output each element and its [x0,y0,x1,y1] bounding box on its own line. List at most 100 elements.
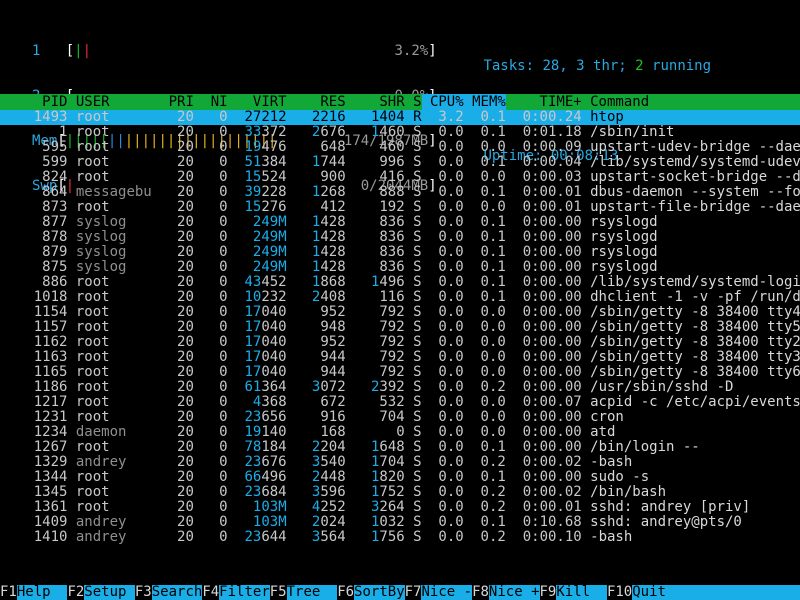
process-row[interactable]: 877 syslog 20 0 249M 1428 836 S 0.0 0.1 … [0,215,800,230]
fkey-f1-label[interactable]: Help [16,585,68,600]
fkey-f10-number[interactable]: F10 [606,585,633,600]
process-row[interactable]: 875 syslog 20 0 249M 1428 836 S 0.0 0.1 … [0,260,800,275]
column-header-pri[interactable]: PRI [152,94,194,110]
cell-res: 952 [320,305,346,320]
fkey-f9-label[interactable]: Kill [556,585,607,600]
fkey-f8-label[interactable]: Nice + [488,585,540,600]
process-row[interactable]: 595 root 20 0 19476 648 460 S 0.0 0.0 0:… [0,140,800,155]
process-row[interactable]: 599 root 20 0 51384 1744 996 S 0.0 0.1 0… [0,155,800,170]
fkey-f10-label[interactable]: Quit [632,585,683,600]
process-row[interactable]: 824 root 20 0 15524 900 416 S 0.0 0.0 0:… [0,170,800,185]
cell-res: 648 [320,140,346,155]
cell-cpu: 0.0 [421,455,464,470]
process-row[interactable]: 1165 root 20 0 17040 944 792 S 0.0 0.0 0… [0,365,800,380]
fkey-f7-label[interactable]: Nice - [421,585,473,600]
process-row[interactable]: 1329 andrey 20 0 23676 3540 1704 S 0.0 0… [0,455,800,470]
column-header-cpu[interactable]: CPU% [421,94,464,110]
process-row[interactable]: 1157 root 20 0 17040 948 792 S 0.0 0.0 0… [0,320,800,335]
column-header-s[interactable]: S [405,94,421,110]
column-header-mem[interactable]: MEM% [463,94,506,110]
cpu-meter-1-gap [91,43,394,59]
cell-pid: 879 [0,245,68,260]
process-row[interactable]: 1344 root 20 0 66496 2448 1820 S 0.0 0.1… [0,470,800,485]
cell-pid: 1409 [0,515,68,530]
cell-pid: 1410 [0,530,68,545]
fkey-f6-number[interactable]: F6 [337,585,355,600]
cell-res: 672 [320,395,346,410]
process-row[interactable]: 1 root 20 0 33372 2676 1460 S 0.0 0.1 0:… [0,125,800,140]
column-header-virt[interactable]: VIRT [228,94,287,110]
column-header-command[interactable]: Command [582,94,649,110]
cell-pid: 595 [0,140,68,155]
tasks-count: 28, 3 thr; [542,58,636,74]
fkey-f2-number[interactable]: F2 [67,585,85,600]
cell-pid: 873 [0,200,68,215]
fkey-f2-label[interactable]: Setup [84,585,135,600]
process-table-header[interactable]: PID USER PRI NI VIRT RES SHR S CPU% MEM%… [0,94,800,110]
process-row[interactable]: 1163 root 20 0 17040 944 792 S 0.0 0.0 0… [0,350,800,365]
process-row[interactable]: 886 root 20 0 43452 1868 1496 S 0.0 0.1 … [0,275,800,290]
cell-time: 0:00.00 [505,470,582,485]
fkey-f4-label[interactable]: Filter [219,585,270,600]
cell-mem: 0.2 [463,530,506,545]
process-row[interactable]: 1267 root 20 0 78184 2204 1648 S 0.0 0.1… [0,440,800,455]
fkey-f9-number[interactable]: F9 [539,585,557,600]
column-header-pid[interactable]: PID [0,94,67,110]
process-row[interactable]: 1018 root 20 0 10232 2408 116 S 0.0 0.1 … [0,290,800,305]
process-row[interactable]: 1217 root 20 0 4368 672 532 S 0.0 0.0 0:… [0,395,800,410]
cell-user: root [67,155,152,170]
process-row[interactable]: 878 syslog 20 0 249M 1428 836 S 0.0 0.1 … [0,230,800,245]
cell-ni: 0 [193,530,228,545]
fkey-f4-number[interactable]: F4 [202,585,220,600]
fkey-f3-number[interactable]: F3 [134,585,152,600]
process-row[interactable]: 1234 daemon 20 0 19140 168 0 S 0.0 0.0 0… [0,425,800,440]
fkey-f5-label[interactable]: Tree [286,585,338,600]
process-row[interactable]: 1410 andrey 20 0 23644 3564 1756 S 0.0 0… [0,530,800,545]
process-row[interactable]: 1186 root 20 0 61364 3072 2392 S 0.0 0.2… [0,380,800,395]
cell-time: 0:00.00 [505,260,582,275]
process-row[interactable]: 1231 root 20 0 23656 916 704 S 0.0 0.0 0… [0,410,800,425]
cell-state: S [404,440,422,455]
process-row[interactable]: 879 syslog 20 0 249M 1428 836 S 0.0 0.1 … [0,245,800,260]
column-header-ni[interactable]: NI [194,94,228,110]
cell-state: S [404,395,422,410]
fkey-f1-number[interactable]: F1 [0,585,17,600]
cell-mem: 0.0 [463,200,506,215]
cell-pid: 1163 [0,350,68,365]
cell-pri: 20 [151,125,194,140]
process-row[interactable]: 1162 root 20 0 17040 952 792 S 0.0 0.0 0… [0,335,800,350]
process-row[interactable]: 1154 root 20 0 17040 952 792 S 0.0 0.0 0… [0,305,800,320]
cpu-meter-1[interactable]: 1 [|| 3.2%] [32,44,437,59]
cell-virt: 103M [252,515,287,530]
column-header-shr[interactable]: SHR [346,94,404,110]
column-header-res[interactable]: RES [287,94,345,110]
column-header-user[interactable]: USER [67,94,151,110]
cell-mem: 0.1 [463,215,506,230]
fkey-f8-number[interactable]: F8 [472,585,489,600]
fkey-f5-number[interactable]: F5 [269,585,287,600]
process-row[interactable]: 873 root 20 0 15276 412 192 S 0.0 0.0 0:… [0,200,800,215]
cell-mem: 0.1 [463,155,506,170]
cell-virt: 15524 [244,170,287,185]
column-header-time[interactable]: TIME+ [506,94,582,110]
cell-user: syslog [67,245,152,260]
process-row[interactable]: 864 messagebu 20 0 39228 1268 888 S 0.0 … [0,185,800,200]
process-row-selected[interactable]: 1493 root 20 0 27212 2216 1404 R 3.2 0.1… [0,110,800,125]
fkey-f3-label[interactable]: Search [151,585,203,600]
cell-pid: 877 [0,215,68,230]
cell-user: root [67,125,152,140]
cell-user: syslog [67,230,152,245]
cell-time: 0:00.07 [505,395,582,410]
cell-state: S [404,380,422,395]
cell-time: 0:00.10 [505,530,582,545]
process-row[interactable]: 1361 root 20 0 103M 4252 3264 S 0.0 0.2 … [0,500,800,515]
cell-virt: 43452 [244,275,287,290]
process-row[interactable]: 1409 andrey 20 0 103M 2024 1032 S 0.0 0.… [0,515,800,530]
process-row[interactable]: 1345 root 20 0 23684 3596 1752 S 0.0 0.2… [0,485,800,500]
cell-pri: 20 [151,395,194,410]
cell-mem: 0.0 [463,320,506,335]
cell-state: S [404,200,422,215]
fkey-f7-number[interactable]: F7 [404,585,422,600]
fkey-f6-label[interactable]: SortBy [354,585,405,600]
cell-shr: 532 [379,395,405,410]
